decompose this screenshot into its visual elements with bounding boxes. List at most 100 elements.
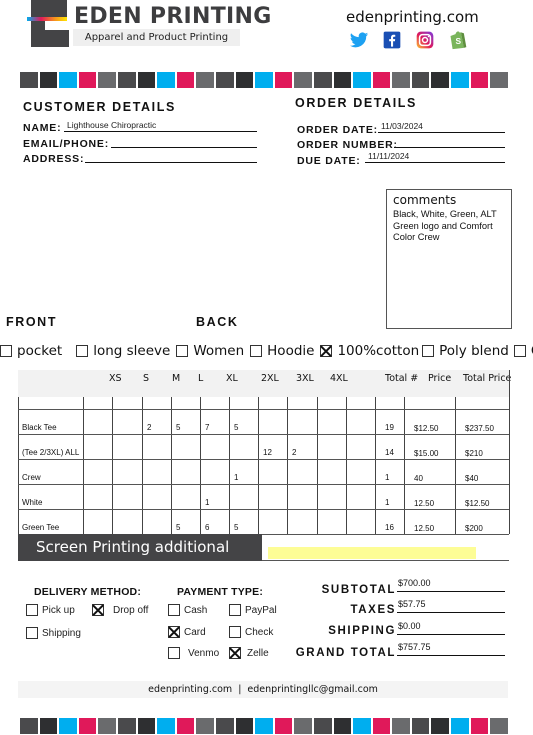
- size-qty-cell[interactable]: 2: [147, 423, 151, 432]
- option-100-cotton[interactable]: 100%cotton: [320, 343, 419, 359]
- checkbox[interactable]: [513, 345, 526, 357]
- total-price-cell: $40: [465, 474, 479, 483]
- checkbox[interactable]: [168, 647, 180, 659]
- column-header: 3XL: [296, 373, 314, 384]
- strip-block: [137, 72, 156, 88]
- price-cell[interactable]: $12.50: [414, 424, 438, 433]
- strip-block: [431, 718, 450, 734]
- option-long-sleeve[interactable]: long sleeve: [76, 343, 170, 359]
- email-phone-label: EMAIL/PHONE:: [23, 138, 110, 150]
- strip-block: [137, 718, 156, 734]
- total-qty-cell: 1: [385, 473, 390, 482]
- checkbox[interactable]: [26, 604, 38, 616]
- price-cell[interactable]: 40: [414, 474, 423, 483]
- email-phone-field[interactable]: [111, 136, 257, 148]
- back-label: BACK: [196, 315, 239, 329]
- subtotal-label: SUBTOTAL: [321, 584, 396, 596]
- option-pocket[interactable]: pocket: [0, 343, 62, 359]
- checkbox[interactable]: [229, 604, 241, 616]
- size-qty-cell[interactable]: 12: [263, 448, 272, 457]
- strip-block: [333, 718, 352, 734]
- option-label: Women: [193, 343, 245, 359]
- checkbox-checked[interactable]: [320, 345, 333, 357]
- shopify-icon[interactable]: S: [448, 30, 468, 50]
- twitter-icon[interactable]: [349, 30, 369, 50]
- option-other[interactable]: Other: [513, 343, 533, 359]
- size-qty-cell[interactable]: 5: [234, 423, 238, 432]
- size-qty-cell[interactable]: 1: [205, 498, 209, 507]
- price-cell[interactable]: $15.00: [414, 449, 438, 458]
- checkbox[interactable]: [229, 626, 241, 638]
- strip-block: [157, 718, 175, 734]
- name-field[interactable]: Lighthouse Chiropractic: [64, 120, 257, 132]
- instagram-icon[interactable]: [415, 30, 435, 50]
- size-qty-cell[interactable]: 5: [176, 423, 180, 432]
- order-date-label: ORDER DATE:: [297, 124, 378, 136]
- checkbox[interactable]: [168, 604, 180, 616]
- strip-block: [470, 718, 489, 734]
- checkbox-checked[interactable]: [229, 647, 241, 659]
- column-header: XL: [226, 373, 238, 384]
- payment-zelle[interactable]: Zelle: [229, 647, 269, 659]
- screen-printing-cost-field[interactable]: [268, 547, 476, 559]
- comments-text: Black, White, Green, ALT Green logo and …: [393, 209, 497, 242]
- checkbox[interactable]: [26, 627, 38, 639]
- item-name: Black Tee: [22, 423, 57, 432]
- taxes-value[interactable]: $57.75: [397, 599, 505, 613]
- size-qty-cell[interactable]: 1: [234, 473, 238, 482]
- order-number-field[interactable]: [394, 136, 505, 148]
- subtotal-value[interactable]: $700.00: [397, 578, 505, 592]
- website-link[interactable]: edenprinting.com: [346, 8, 479, 26]
- strip-block: [294, 72, 312, 88]
- strip-block: [372, 72, 391, 88]
- checkbox[interactable]: [76, 345, 89, 357]
- option-hoodie[interactable]: Hoodie: [250, 343, 314, 359]
- price-cell[interactable]: 12.50: [414, 499, 434, 508]
- delivery-method-title: DELIVERY METHOD:: [34, 586, 142, 598]
- checkbox[interactable]: [0, 345, 12, 357]
- payment-venmo[interactable]: Venmo: [168, 647, 219, 659]
- item-name: Crew: [22, 473, 41, 482]
- size-qty-cell[interactable]: 5: [176, 523, 180, 532]
- grand-total-value[interactable]: $757.75: [397, 642, 505, 656]
- size-qty-cell[interactable]: 5: [234, 523, 238, 532]
- strip-block: [59, 718, 77, 734]
- delivery-pick-up[interactable]: Pick up: [26, 604, 75, 616]
- column-header: XS: [109, 373, 122, 384]
- footer-contact: edenprinting.com | edenprintingllc@gmail…: [18, 681, 508, 698]
- payment-cash[interactable]: Cash: [168, 604, 207, 616]
- shipping-total-value[interactable]: $0.00: [397, 621, 505, 635]
- table-row[interactable]: [18, 484, 509, 509]
- checkbox[interactable]: [422, 345, 435, 357]
- total-price-cell: $12.50: [465, 499, 490, 508]
- price-cell[interactable]: 12.50: [414, 524, 434, 533]
- checkbox[interactable]: [176, 345, 189, 357]
- checkbox-checked[interactable]: [168, 626, 180, 638]
- due-date-field[interactable]: 11/11/2024: [365, 151, 505, 163]
- payment-check[interactable]: Check: [229, 626, 273, 638]
- checkbox-checked[interactable]: [92, 604, 104, 616]
- payment-card[interactable]: Card: [168, 626, 206, 638]
- strip-block: [98, 718, 116, 734]
- delivery-shipping[interactable]: Shipping: [26, 627, 81, 639]
- table-row[interactable]: [18, 459, 509, 484]
- order-date-field[interactable]: 11/03/2024: [378, 121, 505, 133]
- address-field[interactable]: [85, 151, 257, 163]
- grand-total-label: GRAND TOTAL: [295, 647, 396, 659]
- size-qty-cell[interactable]: 6: [205, 523, 209, 532]
- table-row[interactable]: [18, 509, 509, 534]
- delivery-drop-off[interactable]: Drop off: [92, 604, 148, 616]
- option-poly-blend[interactable]: Poly blend: [422, 343, 509, 359]
- facebook-icon[interactable]: [382, 30, 402, 50]
- table-column-divider: [509, 370, 510, 534]
- size-qty-cell[interactable]: 7: [205, 423, 209, 432]
- option-women[interactable]: Women: [176, 343, 244, 359]
- option-label: Shipping: [42, 627, 81, 639]
- size-qty-cell[interactable]: 2: [292, 448, 296, 457]
- comments-box[interactable]: comments Black, White, Green, ALT Green …: [386, 189, 512, 329]
- total-price-cell: $237.50: [465, 424, 494, 433]
- checkbox[interactable]: [250, 345, 263, 357]
- payment-paypal[interactable]: PayPal: [229, 604, 277, 616]
- strip-block: [20, 718, 38, 734]
- option-label: Hoodie: [267, 343, 315, 359]
